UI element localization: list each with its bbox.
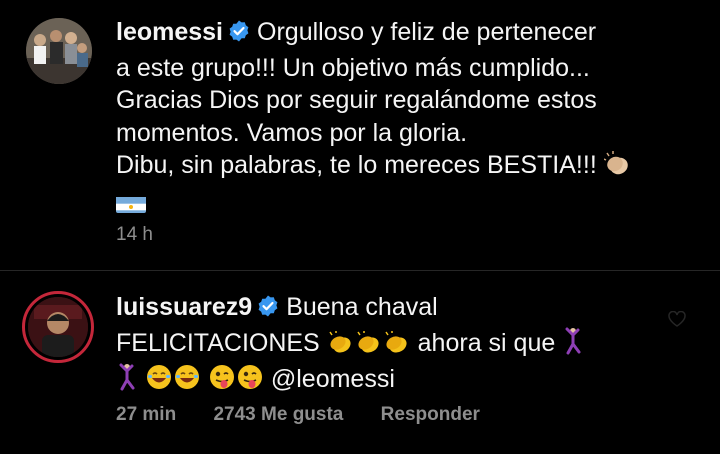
post-caption-block: leomessi Orgulloso y feliz de pertenecer …: [116, 16, 690, 218]
dancing-man-emoji: [562, 327, 584, 364]
comment-text-3: ahora si que: [417, 328, 556, 357]
commenter-avatar[interactable]: [22, 291, 94, 363]
comment-text-2: FELICITACIONES: [116, 328, 320, 357]
verified-badge-icon: [256, 294, 280, 327]
clapping-hands-emoji: [383, 330, 411, 364]
laughing-face-emoji: [145, 363, 173, 400]
heart-icon[interactable]: [668, 310, 686, 332]
post-timestamp: 14 h: [116, 224, 153, 245]
post-author-avatar[interactable]: [26, 18, 92, 84]
caption-line: momentos. Vamos por la gloria.: [116, 118, 468, 147]
reply-button[interactable]: Responder: [381, 404, 480, 425]
winking-tongue-emoji: [208, 363, 236, 400]
caption-line: Dibu, sin palabras, te lo mereces BESTIA…: [116, 151, 597, 179]
avatar-image: [28, 297, 88, 357]
verified-badge-icon: [227, 19, 251, 52]
comment-meta-row: 27 min 2743 Me gusta Responder: [116, 404, 512, 426]
post-username[interactable]: leomessi: [116, 18, 223, 46]
caption-line: Gracias Dios por seguir regalándome esto…: [116, 86, 597, 114]
comment-mention[interactable]: @leomessi: [271, 365, 395, 393]
caption-line: Orgulloso y feliz de pertenecer: [257, 18, 597, 46]
argentina-flag-emoji: [116, 193, 146, 213]
winking-tongue-emoji: [236, 363, 264, 400]
post: leomessi Orgulloso y feliz de pertenecer …: [0, 0, 720, 270]
clapping-hands-emoji: [327, 330, 355, 364]
comment-text-1: Buena chaval: [286, 293, 438, 321]
dancing-man-emoji: [116, 363, 138, 400]
comment: luissuarez9 Buena chaval FELICITACIONES a…: [0, 271, 720, 454]
comment-likes[interactable]: 2743 Me gusta: [213, 404, 343, 425]
comment-text-block: luissuarez9 Buena chaval FELICITACIONES a…: [116, 291, 660, 400]
caption-line: a este grupo!!! Un objetivo más cumplido…: [116, 53, 590, 82]
comment-timestamp: 27 min: [116, 404, 177, 425]
laughing-face-emoji: [173, 363, 201, 400]
comment-username[interactable]: luissuarez9: [116, 293, 252, 321]
clapping-hands-emoji: [355, 330, 383, 364]
clapping-hands-emoji: [603, 151, 632, 186]
